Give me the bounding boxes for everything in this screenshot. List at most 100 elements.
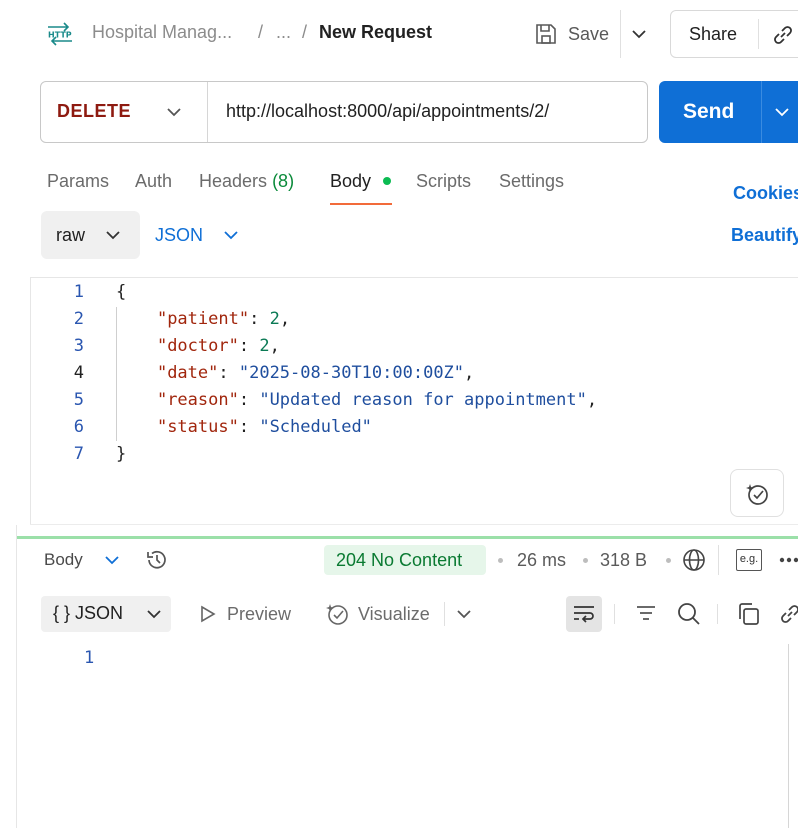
- ai-assist-button[interactable]: [730, 469, 784, 517]
- json-string: "2025-08-30T10:00:00Z": [238, 363, 465, 383]
- separator-dot: [666, 558, 671, 563]
- body-mode-label: raw: [56, 225, 86, 245]
- json-number: 2: [269, 309, 280, 329]
- divider: [614, 604, 615, 624]
- link-icon[interactable]: [771, 23, 795, 47]
- breadcrumb-separator: /: [258, 22, 264, 42]
- line-number: 4: [73, 363, 84, 383]
- json-key: "status": [156, 417, 239, 437]
- punctuation: :: [249, 309, 270, 329]
- save-options-chevron-down-icon[interactable]: [630, 26, 648, 42]
- search-icon[interactable]: [676, 601, 702, 627]
- punctuation: ,: [279, 309, 291, 329]
- save-button[interactable]: Save: [534, 18, 609, 50]
- breadcrumb-ellipsis[interactable]: ...: [276, 22, 291, 43]
- code-line[interactable]: "patient": 2,: [116, 309, 290, 329]
- svg-text:HTTP: HTTP: [48, 31, 72, 40]
- divider: [761, 81, 762, 143]
- body-modified-indicator: [383, 177, 391, 185]
- code-line[interactable]: "reason": "Updated reason for appointmen…: [116, 390, 597, 410]
- punctuation: :: [238, 336, 260, 356]
- brace-open: {: [116, 282, 127, 302]
- json-key: "reason": [156, 390, 239, 410]
- beautify-link[interactable]: Beautify: [731, 225, 798, 246]
- left-gutter: [16, 525, 17, 828]
- method-select[interactable]: DELETE: [57, 101, 131, 122]
- breadcrumb-separator: /: [302, 22, 308, 42]
- status-badge[interactable]: 204 No Content: [324, 545, 486, 575]
- body-language-label: JSON: [155, 225, 204, 245]
- brace-close: }: [116, 444, 127, 464]
- copy-icon[interactable]: [737, 601, 761, 627]
- punctuation: ,: [586, 390, 598, 410]
- chevron-down-icon[interactable]: [103, 552, 121, 568]
- visualize-options-chevron-down-icon[interactable]: [455, 606, 473, 622]
- request-title[interactable]: New Request: [319, 22, 432, 43]
- separator-dot: [498, 558, 503, 563]
- body-mode-select[interactable]: raw: [41, 211, 140, 259]
- divider: [717, 604, 718, 624]
- response-format-select[interactable]: { } JSON: [41, 596, 171, 632]
- punctuation: :: [238, 417, 260, 437]
- tab-auth[interactable]: Auth: [135, 171, 172, 192]
- code-line[interactable]: "doctor": 2,: [116, 336, 280, 356]
- curly-braces-icon: { }: [53, 603, 71, 623]
- preview-button[interactable]: Preview: [227, 604, 291, 625]
- share-button[interactable]: Share: [670, 10, 798, 58]
- tab-headers-label: Headers: [199, 171, 268, 191]
- tab-body[interactable]: Body: [330, 171, 371, 192]
- more-options-icon[interactable]: [778, 554, 798, 566]
- response-size[interactable]: 318 B: [600, 550, 647, 571]
- format-label: { } JSON: [53, 603, 123, 624]
- separator-dot: [583, 558, 588, 563]
- status-text: 204 No Content: [336, 550, 463, 570]
- line-number: 6: [73, 417, 84, 437]
- send-button[interactable]: Send: [659, 81, 798, 143]
- wrap-lines-icon: [574, 606, 594, 623]
- body-language-select[interactable]: JSON: [155, 225, 203, 246]
- json-string: "Updated reason for appointment": [259, 390, 587, 410]
- line-number: 3: [73, 336, 84, 356]
- tab-settings[interactable]: Settings: [499, 171, 564, 192]
- wrap-lines-button[interactable]: [566, 596, 602, 632]
- response-section-select[interactable]: Body: [44, 550, 83, 570]
- tab-scripts[interactable]: Scripts: [416, 171, 471, 192]
- divider: [758, 19, 759, 49]
- response-pane-border[interactable]: [17, 536, 798, 539]
- json-key: "patient": [156, 309, 250, 329]
- code-line[interactable]: }: [116, 444, 126, 464]
- send-options-chevron-down-icon[interactable]: [773, 104, 791, 120]
- filter-icon[interactable]: [634, 602, 658, 626]
- visualize-button[interactable]: Visualize: [358, 604, 430, 625]
- response-time[interactable]: 26 ms: [517, 550, 566, 571]
- globe-icon[interactable]: [681, 547, 707, 573]
- visualize-icon[interactable]: [325, 601, 351, 627]
- save-example-icon[interactable]: e.g.: [736, 549, 762, 571]
- json-number: 2: [259, 336, 270, 356]
- link-icon[interactable]: [778, 602, 798, 626]
- line-number: 2: [73, 309, 84, 329]
- code-line[interactable]: "status": "Scheduled": [116, 417, 372, 437]
- url-input[interactable]: http://localhost:8000/api/appointments/2…: [226, 101, 549, 122]
- url-bar: DELETE http://localhost:8000/api/appoint…: [40, 81, 648, 143]
- chevron-down-icon[interactable]: [222, 227, 240, 243]
- send-label: Send: [683, 100, 735, 123]
- history-icon[interactable]: [144, 547, 170, 573]
- json-key: "doctor": [156, 336, 239, 356]
- format-name: JSON: [75, 603, 124, 623]
- editor-border: [30, 524, 798, 525]
- chevron-down-icon: [147, 610, 161, 619]
- line-number: 1: [73, 282, 84, 302]
- save-icon: [536, 24, 556, 44]
- code-line[interactable]: "date": "2025-08-30T10:00:00Z",: [116, 363, 474, 383]
- cookies-link[interactable]: Cookies: [733, 183, 798, 204]
- chevron-down-icon[interactable]: [165, 104, 183, 120]
- play-icon[interactable]: [198, 604, 218, 624]
- code-line[interactable]: {: [116, 282, 126, 302]
- divider: [620, 10, 621, 58]
- tab-params[interactable]: Params: [47, 171, 109, 192]
- tab-headers[interactable]: Headers (8): [199, 171, 294, 192]
- punctuation: ,: [464, 363, 475, 383]
- breadcrumb-collection[interactable]: Hospital Manag...: [92, 22, 232, 43]
- http-icon: HTTP: [48, 22, 72, 46]
